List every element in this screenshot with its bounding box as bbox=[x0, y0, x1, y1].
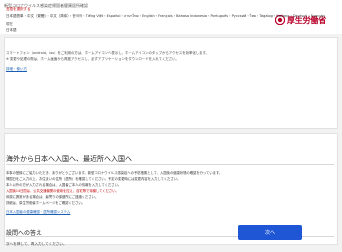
language-select-label: 言語を選択する bbox=[6, 7, 31, 11]
current-language-value: 日本語 bbox=[6, 28, 17, 32]
next-button[interactable]: 次へ bbox=[238, 225, 302, 240]
body-line-highlight: 入国後14日間は、公共交通機関の使用を控え、自宅等で待機してください。 bbox=[6, 189, 119, 193]
section-divider bbox=[6, 164, 334, 165]
language-list[interactable]: 日本語簡単・中文（繁體）・中文（简体）・한국어・Tiếng Việt・Españ… bbox=[6, 13, 326, 19]
body-line: 詳細は、厚生労働省ホームページをご確認ください。 bbox=[6, 201, 85, 205]
smartphone-note-line-1: スマートフォン（android、ios）をご利用の方は、ホームアイコンへ表示し、… bbox=[6, 51, 209, 55]
smartphone-note-line-2: ※ 変更や処理の際は、ホーム画面から再度アクセスし、必ずアプリケーションをダウン… bbox=[6, 57, 179, 61]
body-line: 帰国日をご入力の上、お住まいの住所（居所）を確認してください。予定の変更時には変… bbox=[6, 177, 181, 181]
question-text: 次へを押して、再入力してください。 bbox=[6, 242, 67, 246]
current-language-label: 現在 bbox=[6, 22, 13, 26]
body-line: 本人以外の方が入力される場合は、入国者ご本人の情報を入力してください。 bbox=[6, 183, 122, 187]
details-link[interactable]: 詳細・使い方 bbox=[6, 67, 27, 72]
body-line: 本事の登録にご協力いただき、ありがとうございます。新型コロナウイルス感染症への予… bbox=[6, 171, 223, 175]
entry-system-link[interactable]: 日本入国者の健康確認・居所確認システム bbox=[6, 209, 70, 214]
body-line: 体調に異常がある場合は、最寄りの保健所にご連絡ください。 bbox=[6, 195, 99, 199]
section-title: 海外から日本へ入国へ、最近所へ入国へ bbox=[6, 155, 132, 163]
